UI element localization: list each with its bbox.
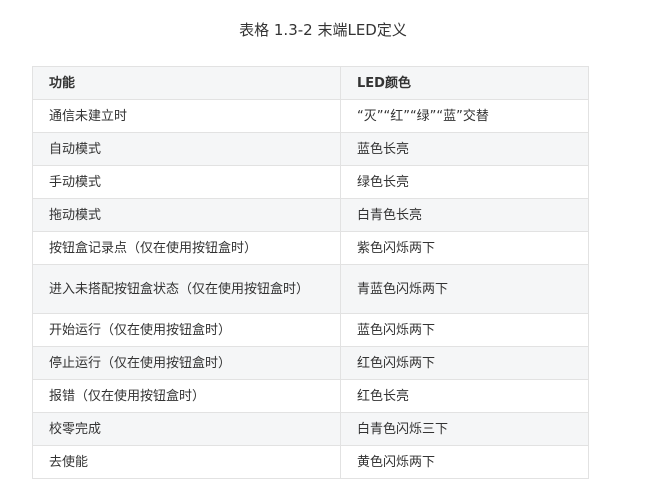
table-row: 按钮盒记录点（仅在使用按钮盒时） 紫色闪烁两下 <box>32 231 589 265</box>
function-cell: 校零完成 <box>32 412 341 446</box>
led-color-cell: 青蓝色闪烁两下 <box>340 264 589 314</box>
function-cell: 报错（仅在使用按钮盒时） <box>32 379 341 413</box>
function-cell: 去使能 <box>32 445 341 479</box>
led-definition-table: 功能 LED颜色 通信未建立时 “灭”“红”“绿”“蓝”交替 自动模式 蓝色长亮… <box>32 66 589 479</box>
led-color-cell: “灭”“红”“绿”“蓝”交替 <box>340 99 589 133</box>
led-color-cell: 红色闪烁两下 <box>340 346 589 380</box>
led-color-cell: 紫色闪烁两下 <box>340 231 589 265</box>
function-cell: 自动模式 <box>32 132 341 166</box>
function-cell: 手动模式 <box>32 165 341 199</box>
table-row: 进入未搭配按钮盒状态（仅在使用按钮盒时） 青蓝色闪烁两下 <box>32 264 589 314</box>
function-cell: 通信未建立时 <box>32 99 341 133</box>
led-color-cell: 绿色长亮 <box>340 165 589 199</box>
function-cell: 拖动模式 <box>32 198 341 232</box>
column-header-function: 功能 <box>32 66 341 100</box>
table-header-row: 功能 LED颜色 <box>32 66 589 100</box>
table-caption: 表格 1.3-2 末端LED定义 <box>239 21 407 39</box>
led-color-cell: 白青色闪烁三下 <box>340 412 589 446</box>
table-row: 拖动模式 白青色长亮 <box>32 198 589 232</box>
led-color-cell: 红色长亮 <box>340 379 589 413</box>
led-color-cell: 蓝色闪烁两下 <box>340 313 589 347</box>
table-row: 停止运行（仅在使用按钮盒时） 红色闪烁两下 <box>32 346 589 380</box>
table-row: 报错（仅在使用按钮盒时） 红色长亮 <box>32 379 589 413</box>
led-color-cell: 黄色闪烁两下 <box>340 445 589 479</box>
table-row: 校零完成 白青色闪烁三下 <box>32 412 589 446</box>
function-cell: 按钮盒记录点（仅在使用按钮盒时） <box>32 231 341 265</box>
function-cell: 开始运行（仅在使用按钮盒时） <box>32 313 341 347</box>
function-cell: 停止运行（仅在使用按钮盒时） <box>32 346 341 380</box>
table-row: 自动模式 蓝色长亮 <box>32 132 589 166</box>
table-row: 开始运行（仅在使用按钮盒时） 蓝色闪烁两下 <box>32 313 589 347</box>
table-row: 去使能 黄色闪烁两下 <box>32 445 589 479</box>
table-row: 手动模式 绿色长亮 <box>32 165 589 199</box>
column-header-led-color: LED颜色 <box>340 66 589 100</box>
led-color-cell: 蓝色长亮 <box>340 132 589 166</box>
function-cell: 进入未搭配按钮盒状态（仅在使用按钮盒时） <box>32 264 341 314</box>
table-row: 通信未建立时 “灭”“红”“绿”“蓝”交替 <box>32 99 589 133</box>
led-color-cell: 白青色长亮 <box>340 198 589 232</box>
